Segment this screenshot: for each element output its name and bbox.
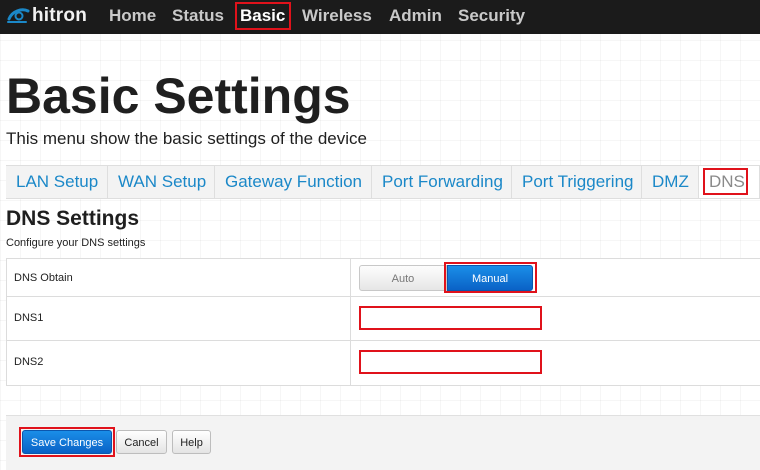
nav-item-security[interactable]: Security (458, 6, 525, 26)
hitron-swoosh-icon (7, 8, 30, 23)
section-subtitle: Configure your DNS settings (6, 237, 146, 249)
dns-obtain-auto-option[interactable]: Auto (359, 265, 447, 291)
dns-obtain-label: DNS Obtain (14, 272, 73, 284)
manual-highlight-box (444, 262, 537, 293)
dns1-label: DNS1 (14, 312, 44, 324)
nav-item-admin[interactable]: Admin (389, 6, 442, 26)
nav-item-status[interactable]: Status (172, 6, 224, 26)
nav-item-wireless[interactable]: Wireless (302, 6, 372, 26)
dns-obtain-row: DNS Obtain Auto Manual (7, 259, 760, 297)
page-subtitle: This menu show the basic settings of the… (6, 129, 367, 148)
section-title: DNS Settings (6, 207, 140, 230)
save-highlight-box (19, 427, 115, 457)
tab-port-triggering[interactable]: Port Triggering (512, 166, 642, 198)
dns2-input[interactable] (359, 350, 542, 374)
help-button[interactable]: Help (172, 430, 211, 454)
tab-wan-setup[interactable]: WAN Setup (108, 166, 215, 198)
tab-port-forwarding[interactable]: Port Forwarding (372, 166, 512, 198)
dns1-input[interactable] (359, 306, 542, 330)
brand-logo[interactable]: hitron (6, 4, 87, 28)
brand-logo-text: hitron (32, 5, 88, 26)
tab-gateway-function[interactable]: Gateway Function (215, 166, 372, 198)
nav-item-home[interactable]: Home (109, 6, 156, 26)
basic-highlight-box (235, 2, 291, 30)
column-divider (350, 341, 351, 385)
tab-lan-setup[interactable]: LAN Setup (6, 166, 108, 198)
settings-tabs: LAN Setup WAN Setup Gateway Function Por… (6, 165, 760, 199)
page-title: Basic Settings (6, 68, 351, 124)
top-navigation-bar: hitron Home Status Basic Wireless Admin … (0, 0, 760, 34)
cancel-button[interactable]: Cancel (116, 430, 167, 454)
dns1-row: DNS1 (7, 297, 760, 341)
dns-settings-table: DNS Obtain Auto Manual DNS1 DNS2 (6, 258, 760, 386)
tab-dmz[interactable]: DMZ (642, 166, 699, 198)
form-actions-bar: Save Changes Cancel Help (6, 415, 760, 470)
dns2-row: DNS2 (7, 341, 760, 385)
column-divider (350, 297, 351, 340)
dns2-label: DNS2 (14, 356, 44, 368)
column-divider (350, 259, 351, 296)
dns-tab-highlight-box (703, 168, 748, 195)
